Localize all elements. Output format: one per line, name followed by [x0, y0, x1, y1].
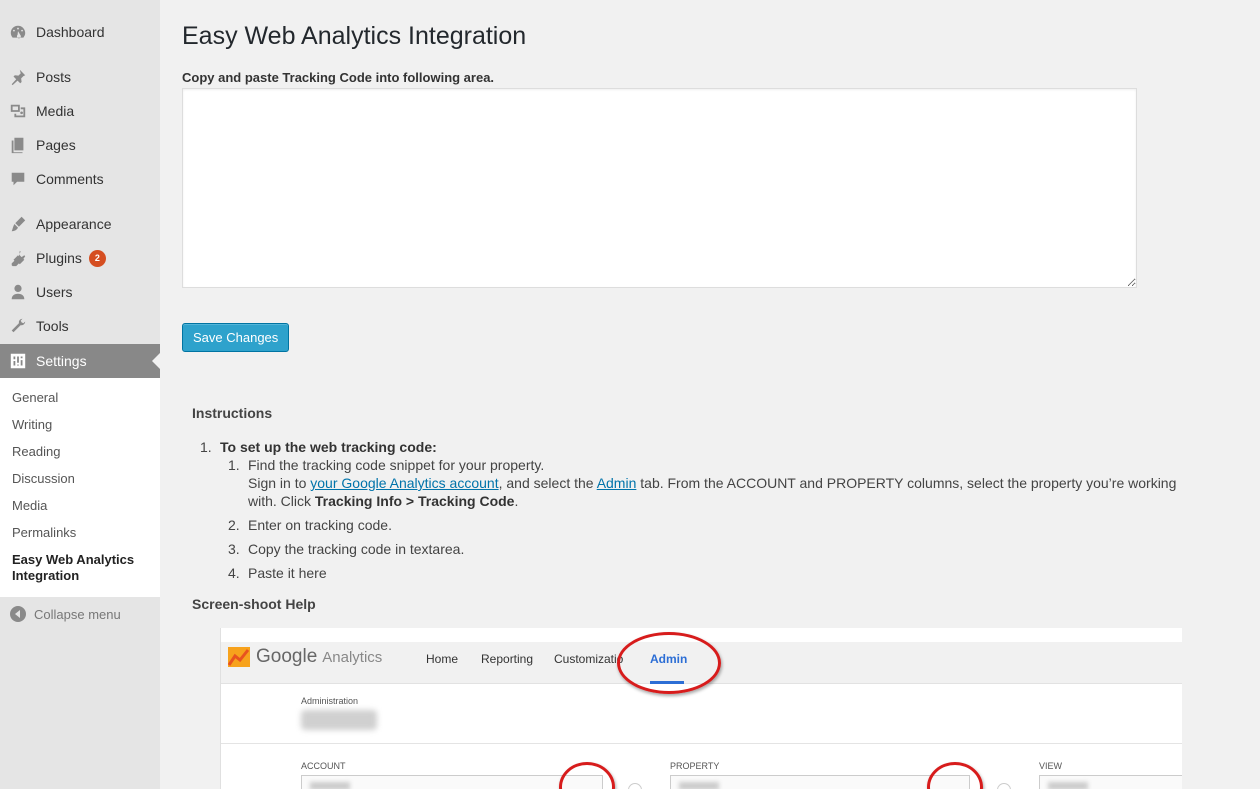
ga-column-account: ACCOUNT: [301, 761, 346, 771]
sidebar-item-label: Tools: [36, 318, 69, 334]
sidebar-item-label: Plugins: [36, 250, 82, 266]
substep-text: Paste it here: [248, 565, 327, 581]
account-highlight-circle: [559, 762, 615, 789]
admin-highlight-circle: [617, 632, 721, 694]
ga-view-select: [1039, 775, 1182, 789]
instructions-heading: Instructions: [192, 405, 273, 421]
screenshot-help-heading: Screen-shoot Help: [192, 596, 316, 612]
tracking-code-textarea[interactable]: [182, 88, 1137, 288]
substep-number: 3.: [228, 541, 240, 557]
tracking-info-path: Tracking Info > Tracking Code: [314, 493, 515, 509]
sidebar-item-label: Pages: [36, 137, 76, 153]
ga-nav-customization: Customizatio: [554, 652, 624, 666]
substep-text: Find the tracking code snippet for your …: [248, 456, 1208, 510]
ga-chart-logo-icon: [228, 647, 250, 667]
ga-column-property: PROPERTY: [670, 761, 720, 771]
ga-property-select: [670, 775, 970, 789]
collapse-menu-button[interactable]: Collapse menu: [0, 603, 160, 625]
collapse-arrow-icon: [10, 606, 26, 622]
text-fragment: Sign in to: [248, 475, 311, 491]
sidebar-item-label: Users: [36, 284, 73, 300]
sidebar-item-label: Settings: [36, 353, 87, 369]
pages-icon: [0, 136, 36, 154]
sidebar-item-comments[interactable]: Comments: [0, 162, 160, 196]
submenu-item-reading[interactable]: Reading: [12, 444, 60, 460]
pin-icon: [0, 68, 36, 86]
submenu-item-general[interactable]: General: [12, 390, 58, 406]
settings-submenu: General Writing Reading Discussion Media…: [0, 378, 160, 597]
step-title: To set up the web tracking code:: [220, 439, 437, 455]
comment-icon: [0, 170, 36, 188]
ga-administration-label: Administration: [301, 696, 359, 706]
substep-number: 1.: [228, 457, 240, 473]
sidebar-item-label: Comments: [36, 171, 104, 187]
sidebar-item-posts[interactable]: Posts: [0, 60, 160, 94]
google-analytics-logo: Google Analytics: [228, 646, 382, 668]
submenu-item-easy-web-analytics[interactable]: Easy Web Analytics Integration: [12, 552, 142, 584]
ga-property-info-dot: [997, 783, 1011, 789]
dashboard-icon: [0, 23, 36, 41]
step-number: 1.: [200, 439, 212, 455]
substep-text: Enter on tracking code.: [248, 517, 392, 533]
tracking-code-label: Copy and paste Tracking Code into follow…: [182, 70, 495, 85]
submenu-item-media[interactable]: Media: [12, 498, 47, 514]
sidebar-item-label: Dashboard: [36, 24, 105, 40]
submenu-item-discussion[interactable]: Discussion: [12, 471, 75, 487]
substep-detail: Sign in to your Google Analytics account…: [248, 474, 1208, 510]
admin-link[interactable]: Admin: [597, 475, 637, 491]
sidebar-item-pages[interactable]: Pages: [0, 128, 160, 162]
wrench-icon: [0, 317, 36, 335]
sidebar-item-tools[interactable]: Tools: [0, 309, 160, 343]
substep-text: Copy the tracking code in textarea.: [248, 541, 465, 557]
plug-icon: [0, 249, 36, 267]
page-title: Easy Web Analytics Integration: [182, 22, 527, 50]
ga-product: Analytics: [322, 648, 383, 666]
substep-number: 2.: [228, 517, 240, 533]
sidebar-item-dashboard[interactable]: Dashboard: [0, 15, 160, 49]
ga-brand: Google: [256, 646, 318, 667]
ga-account-select: [301, 775, 603, 789]
submenu-item-writing[interactable]: Writing: [12, 417, 52, 433]
ga-divider: [221, 743, 1182, 744]
google-analytics-account-link[interactable]: your Google Analytics account: [310, 475, 498, 491]
sidebar-item-settings[interactable]: Settings: [0, 344, 160, 378]
sidebar-item-label: Posts: [36, 69, 72, 85]
substep-line: Find the tracking code snippet for your …: [248, 457, 545, 473]
media-icon: [0, 102, 36, 120]
text-fragment: , and select the: [498, 475, 597, 491]
submenu-item-permalinks[interactable]: Permalinks: [12, 525, 76, 541]
sidebar-item-label: Appearance: [36, 216, 112, 232]
save-changes-button[interactable]: Save Changes: [182, 323, 290, 352]
user-icon: [0, 283, 36, 301]
ga-blurred-account-name: [301, 710, 377, 730]
brush-icon: [0, 215, 36, 233]
update-count-badge: 2: [88, 249, 106, 267]
ga-nav-reporting: Reporting: [481, 652, 534, 666]
sidebar-item-media[interactable]: Media: [0, 94, 160, 128]
ga-column-view: VIEW: [1039, 761, 1063, 771]
settings-icon: [0, 352, 36, 370]
property-highlight-circle: [927, 762, 983, 789]
sidebar-item-plugins[interactable]: Plugins 2: [0, 241, 160, 275]
ga-nav-home: Home: [426, 652, 459, 666]
sidebar-item-appearance[interactable]: Appearance: [0, 207, 160, 241]
google-analytics-screenshot: Google Analytics Home Reporting Customiz…: [220, 628, 1182, 789]
collapse-menu-label: Collapse menu: [34, 606, 121, 622]
admin-sidebar: Dashboard Posts Media Pages Comments App…: [0, 0, 160, 789]
text-fragment: .: [514, 493, 519, 509]
substep-number: 4.: [228, 565, 240, 581]
sidebar-item-label: Media: [36, 103, 75, 119]
ga-account-info-dot: [628, 783, 642, 789]
sidebar-item-users[interactable]: Users: [0, 275, 160, 309]
